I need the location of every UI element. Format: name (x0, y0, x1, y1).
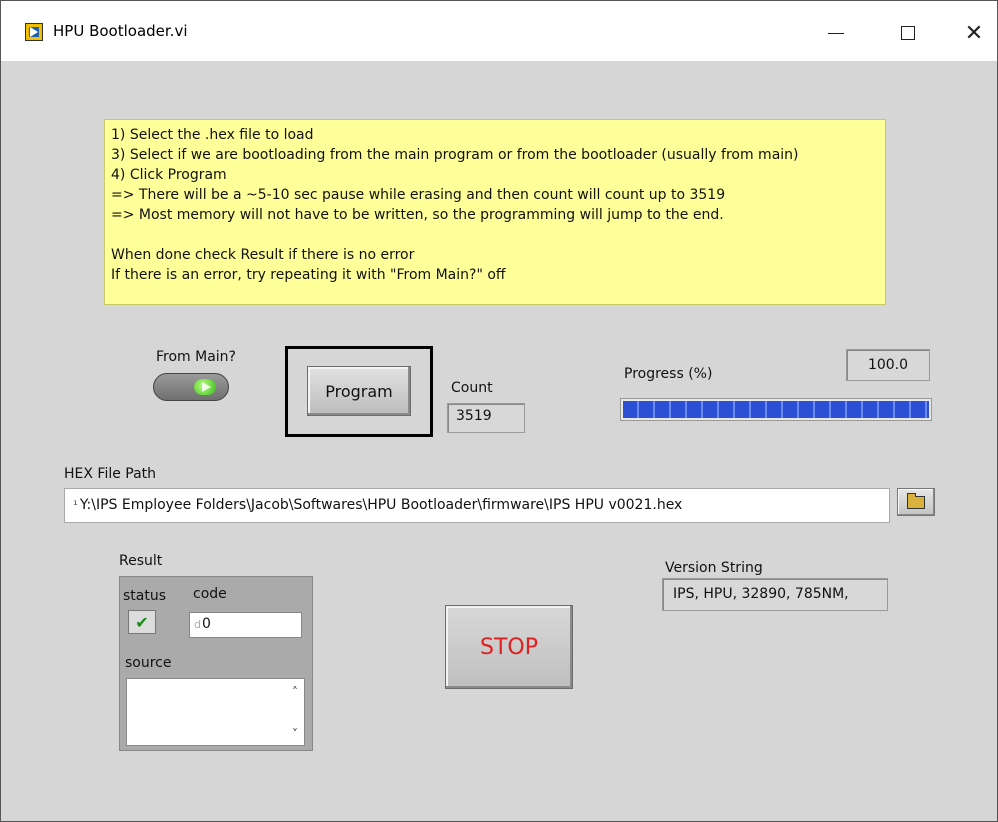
source-label: source (125, 655, 172, 671)
folder-open-icon (907, 492, 925, 509)
version-string-indicator: IPS, HPU, 32890, 785NM, (662, 578, 888, 611)
progress-bar (620, 398, 932, 421)
from-main-toggle[interactable] (153, 373, 229, 401)
instruction-line: => Most memory will not have to be writt… (111, 207, 724, 223)
app-window: HPU Bootloader.vi ✕ 1) Select the .hex f… (0, 0, 998, 822)
status-indicator: ✔ (128, 610, 156, 634)
progress-bar-fill (623, 401, 929, 418)
version-string-label: Version String (665, 560, 763, 576)
progress-label: Progress (%) (624, 366, 713, 382)
instruction-line: => There will be a ~5-10 sec pause while… (111, 187, 726, 203)
radix-indicator: d (194, 618, 201, 631)
browse-button[interactable] (897, 488, 935, 516)
close-button[interactable]: ✕ (951, 13, 997, 53)
progress-value: 100.0 (846, 349, 930, 381)
scroll-down-icon[interactable]: ˅ (292, 727, 298, 741)
stop-button[interactable]: STOP (445, 605, 573, 689)
instruction-line: 3) Select if we are bootloading from the… (111, 147, 799, 163)
code-label: code (193, 586, 227, 602)
hex-path-value: Y:\IPS Employee Folders\Jacob\Softwares\… (79, 497, 683, 513)
window-title: HPU Bootloader.vi (53, 22, 188, 40)
play-arrow-icon (202, 382, 211, 392)
maximize-icon (901, 26, 915, 40)
minimize-icon (828, 32, 844, 34)
instruction-line: If there is an error, try repeating it w… (111, 267, 506, 283)
count-label: Count (451, 380, 493, 396)
instruction-line: When done check Result if there is no er… (111, 247, 415, 263)
close-icon: ✕ (964, 20, 984, 46)
minimize-button[interactable] (813, 13, 859, 53)
code-field[interactable]: d0 (189, 612, 302, 638)
labview-vi-icon (25, 23, 43, 41)
hex-path-input[interactable]: ¹ Y:\IPS Employee Folders\Jacob\Softwares… (64, 488, 890, 523)
count-indicator: 3519 (447, 403, 525, 433)
scroll-up-icon[interactable]: ˄ (292, 685, 298, 699)
result-label: Result (119, 553, 163, 569)
status-label: status (123, 588, 167, 604)
code-value: 0 (201, 616, 211, 632)
instructions-box: 1) Select the .hex file to load 3) Selec… (104, 119, 886, 305)
instruction-line: 4) Click Program (111, 167, 227, 183)
program-button[interactable]: Program (307, 366, 411, 416)
instruction-line: 1) Select the .hex file to load (111, 127, 314, 143)
hex-path-label: HEX File Path (64, 466, 157, 482)
path-prefix-icon: ¹ (73, 498, 78, 512)
maximize-button[interactable] (885, 13, 931, 53)
title-bar: HPU Bootloader.vi ✕ (1, 1, 997, 61)
checkmark-icon: ✔ (135, 612, 149, 632)
source-textarea[interactable]: ˄ ˅ (126, 678, 305, 746)
instruction-line (111, 225, 879, 245)
from-main-label: From Main? (156, 349, 236, 365)
